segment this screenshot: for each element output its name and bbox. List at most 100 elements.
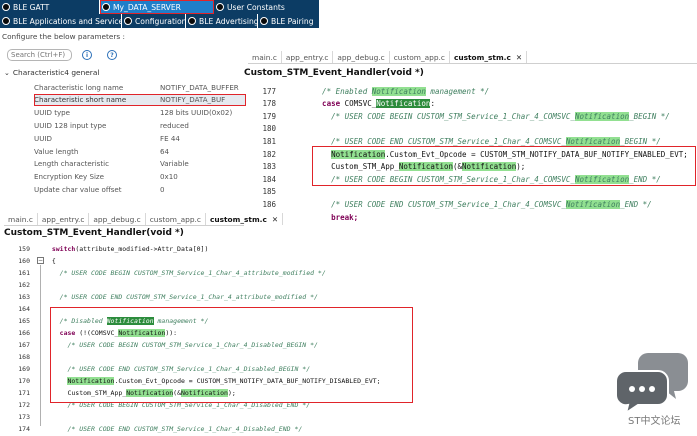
line-number: 168: [18, 353, 30, 361]
tab-custom-stm-c[interactable]: custom_stm.c ✕: [205, 213, 284, 225]
param-value[interactable]: NOTIFY_DATA_BUFFER: [160, 83, 246, 92]
line-number: 159: [18, 245, 30, 253]
tab-app-entry-c[interactable]: app_entry.c: [282, 51, 334, 63]
code-text: case COMSVC_Notification:: [304, 99, 435, 109]
close-icon[interactable]: ✕: [516, 53, 522, 62]
param-row[interactable]: Characteristic short name NOTIFY_DATA_BUF: [34, 93, 246, 106]
code-line: 186 /* USER CODE END CUSTOM_STM_Service_…: [254, 198, 652, 210]
group-title[interactable]: ⌄ Characteristic4 general: [4, 68, 99, 77]
code-text: /* Enabled Notification management */: [304, 86, 490, 96]
tab-ble-applications[interactable]: BLE Applications and Services: [0, 14, 122, 28]
code-line: 160 {: [8, 255, 56, 267]
tab-custom-app-c[interactable]: custom_app.c: [146, 213, 206, 225]
tab-custom-stm-c[interactable]: custom_stm.c ✕: [449, 51, 528, 63]
param-value[interactable]: 128 bits UUID(0x02): [160, 108, 246, 117]
code-text: /* USER CODE BEGIN CUSTOM_STM_Service_1_…: [44, 269, 326, 277]
param-value[interactable]: Variable: [160, 159, 246, 168]
tab-main-c[interactable]: main.c: [4, 213, 38, 225]
configure-label: Configure the below parameters :: [2, 32, 125, 41]
close-icon[interactable]: ✕: [272, 215, 278, 224]
line-number: 185: [262, 187, 276, 197]
tab-custom-app-c[interactable]: custom_app.c: [390, 51, 450, 63]
chevron-down-icon: ⌄: [4, 69, 10, 77]
line-number: 172: [18, 401, 30, 409]
dot: [629, 386, 635, 392]
line-number: 169: [18, 365, 30, 373]
code-line: 174 /* USER CODE END CUSTOM_STM_Service_…: [8, 423, 302, 435]
search-input[interactable]: [7, 49, 72, 61]
param-row[interactable]: UUID type 128 bits UUID(0x02): [34, 107, 246, 119]
status-dot-icon: [102, 3, 110, 11]
param-key: Length characteristic: [34, 159, 110, 169]
tab-my-data-server[interactable]: My_DATA_SERVER: [100, 0, 214, 14]
line-number: 182: [262, 149, 276, 159]
line-number: 180: [262, 124, 276, 134]
line-number: 177: [262, 86, 276, 96]
dot: [639, 386, 645, 392]
line-number: 163: [18, 293, 30, 301]
param-row[interactable]: Value length 64: [34, 145, 246, 157]
tab-label: BLE Pairing: [271, 16, 314, 26]
editor-tabs-top: main.c app_entry.c app_debug.c custom_ap…: [248, 51, 697, 64]
status-dot-icon: [2, 17, 10, 25]
param-key: Characteristic long name: [34, 82, 124, 92]
code-line: 179 /* USER CODE BEGIN CUSTOM_STM_Servic…: [254, 110, 670, 122]
tab-app-debug-c[interactable]: app_debug.c: [89, 213, 146, 225]
param-key: Value length: [34, 146, 79, 156]
info-icon[interactable]: i: [82, 50, 92, 60]
top-tab-bar-row2: BLE Applications and Services Configurat…: [0, 14, 320, 28]
param-row[interactable]: Characteristic long name NOTIFY_DATA_BUFF…: [34, 81, 246, 93]
param-value[interactable]: FE 44: [160, 134, 246, 143]
tab-configuration[interactable]: Configuration: [122, 14, 186, 28]
line-number: 160: [18, 257, 30, 265]
code-line: 173: [8, 411, 44, 423]
tab-user-constants[interactable]: User Constants: [214, 0, 320, 14]
code-line: 185: [254, 186, 304, 198]
code-text: /* USER CODE END CUSTOM_STM_Service_1_Ch…: [304, 199, 652, 209]
line-number: 171: [18, 389, 30, 397]
tab-ble-pairing[interactable]: BLE Pairing: [258, 14, 320, 28]
help-icon[interactable]: ?: [107, 50, 117, 60]
code-line: 178 case COMSVC_Notification:: [254, 98, 435, 110]
forum-chat-logo-icon: [614, 353, 688, 413]
param-value[interactable]: 64: [160, 147, 246, 156]
tab-app-entry-c[interactable]: app_entry.c: [38, 213, 90, 225]
code-text: /* USER CODE BEGIN CUSTOM_STM_Service_1_…: [304, 111, 670, 121]
param-row[interactable]: Length characteristic Variable: [34, 158, 246, 170]
param-value[interactable]: 0x10: [160, 172, 246, 181]
line-number: 166: [18, 329, 30, 337]
tab-label: Configuration: [135, 16, 186, 26]
status-dot-icon: [124, 17, 132, 25]
param-value[interactable]: reduced: [160, 121, 246, 130]
param-value[interactable]: 0: [160, 185, 246, 194]
line-number: 161: [18, 269, 30, 277]
param-key: Update char value offset: [34, 184, 122, 194]
param-row[interactable]: UUID FE 44: [34, 132, 246, 144]
line-number: 167: [18, 341, 30, 349]
line-number: 170: [18, 377, 30, 385]
param-row[interactable]: UUID 128 input type reduced: [34, 119, 246, 131]
editor-tabs-bottom: main.c app_entry.c app_debug.c custom_ap…: [4, 213, 284, 226]
dot: [649, 386, 655, 392]
function-header-bottom: Custom_STM_Event_Handler(void *): [4, 228, 184, 238]
tab-label: BLE Advertising: [199, 16, 258, 26]
tab-app-debug-c[interactable]: app_debug.c: [333, 51, 390, 63]
tab-main-c[interactable]: main.c: [248, 51, 282, 63]
status-dot-icon: [260, 17, 268, 25]
code-text: {: [44, 257, 56, 265]
param-row[interactable]: Encryption Key Size 0x10: [34, 171, 246, 183]
tab-ble-gatt[interactable]: BLE GATT: [0, 0, 100, 14]
param-key: UUID type: [34, 108, 71, 118]
tab-ble-advertising[interactable]: BLE Advertising: [186, 14, 258, 28]
code-line: 177 /* Enabled Notification management *…: [254, 85, 489, 97]
param-key: UUID 128 input type: [34, 120, 107, 130]
param-row[interactable]: Update char value offset 0: [34, 183, 246, 195]
line-number: 183: [262, 162, 276, 172]
line-number: 164: [18, 305, 30, 313]
code-line: 180: [254, 123, 304, 135]
function-header-top: Custom_STM_Event_Handler(void *): [244, 68, 424, 78]
watermark-text: ST中文论坛: [628, 416, 681, 427]
param-value[interactable]: NOTIFY_DATA_BUF: [160, 95, 246, 104]
tab-label: BLE Applications and Services: [13, 16, 122, 26]
tab-label: BLE GATT: [13, 2, 50, 12]
